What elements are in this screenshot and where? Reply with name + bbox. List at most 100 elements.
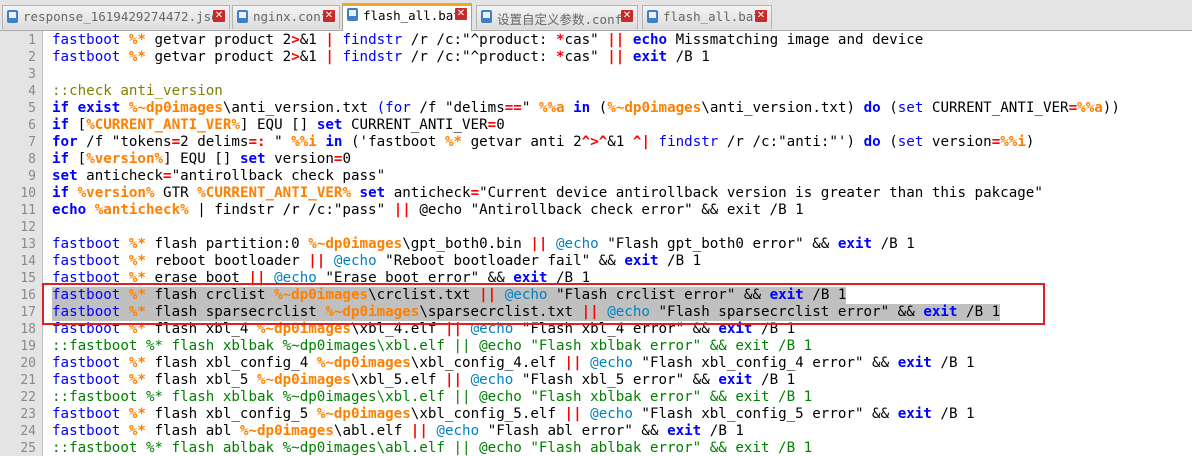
code-token: findstr [658, 134, 719, 150]
code-text: for /f "tokens=2 delims=: " %%i in ('fas… [52, 134, 1034, 151]
code-token: \abl.elf [333, 423, 411, 439]
tab-flash-all-bat-2[interactable]: flash_all.bat ✕ [642, 5, 772, 29]
code-token: | [325, 49, 334, 65]
close-icon[interactable]: ✕ [213, 10, 225, 22]
code-text: fastboot %* flash xbl_5 %~dp0images\xbl_… [52, 372, 795, 389]
code-line[interactable]: 12 [0, 219, 1192, 236]
code-token: "Flash xbl_5 error" && [513, 372, 719, 388]
code-text: ::fastboot %* flash ablbak %~dp0images\a… [52, 440, 812, 456]
code-token: /r /c:"^product: [402, 49, 556, 65]
tab-label: flash_all.bat [363, 8, 461, 23]
code-text: echo %anticheck% | findstr /r /c:"pass" … [52, 202, 804, 219]
code-token: %~dp0images [316, 355, 411, 371]
code-token: %* [128, 355, 146, 371]
line-number: 24 [20, 424, 36, 439]
code-line[interactable]: 6 if [%CURRENT_ANTI_VER%] EQU [] set CURR… [0, 117, 1192, 134]
line-number: 1 [28, 33, 36, 48]
code-token: %~dp0images [308, 236, 403, 252]
code-line[interactable]: 2 fastboot %* getvar product 2>&1 | finds… [0, 49, 1192, 66]
code-line[interactable]: 24 fastboot %* flash abl %~dp0images\abl.… [0, 423, 1192, 440]
code-token: /r /c:"^product: [402, 32, 556, 48]
code-text: fastboot %* flash xbl_config_4 %~dp0imag… [52, 355, 975, 372]
code-line[interactable]: 22::fastboot %* flash xblbak %~dp0images… [0, 389, 1192, 406]
code-line[interactable]: 20 fastboot %* flash xbl_config_4 %~dp0im… [0, 355, 1192, 372]
code-token: flash xbl_config_5 [145, 406, 317, 422]
code-token: 0 [342, 151, 351, 167]
code-token: /B 1 [752, 372, 796, 388]
code-token: do [863, 100, 881, 116]
code-token: exit [897, 355, 932, 371]
code-token: reboot bootloader [145, 253, 309, 269]
code-line[interactable]: 4::check anti_version [0, 83, 1192, 100]
tab-custom-params-conf[interactable]: 设置自定义参数.conf ✕ [476, 5, 638, 29]
code-text: if %version% GTR %CURRENT_ANTI_VER% set … [52, 185, 1043, 202]
code-token: cas" [564, 32, 608, 48]
code-text: fastboot %* getvar product 2>&1 | findst… [52, 32, 923, 49]
code-token: =: [248, 134, 275, 150]
code-token: &1 [607, 134, 633, 150]
code-token: = [487, 117, 497, 133]
code-line[interactable]: 25::fastboot %* flash ablbak %~dp0images… [0, 440, 1192, 456]
code-line[interactable]: 19::fastboot %* flash xblbak %~dp0images… [0, 338, 1192, 355]
code-token: exist [77, 100, 121, 116]
code-token: findstr [342, 49, 403, 65]
code-token: flash partition:0 [145, 236, 309, 252]
code-line[interactable]: 8 if [%version%] EQU [] set version=0 [0, 151, 1192, 168]
code-token: echo [632, 32, 668, 48]
code-token: %%a [538, 100, 565, 116]
code-token: | [325, 32, 334, 48]
code-token: %~dp0images [239, 423, 334, 439]
code-token: "Current device antirollback version is … [479, 185, 1043, 201]
line-number: 5 [28, 101, 36, 116]
line-number: 14 [20, 254, 36, 269]
code-token: set [897, 100, 924, 116]
code-token: %anticheck% [94, 202, 189, 218]
code-token: fastboot [52, 355, 129, 371]
code-token: fastboot [52, 406, 129, 422]
code-text: fastboot %* flash xbl_config_5 %~dp0imag… [52, 406, 975, 423]
tab-nginx-conf[interactable]: nginx.conf ✕ [232, 5, 340, 29]
line-number: 8 [28, 152, 36, 167]
code-token: set [52, 168, 78, 184]
code-editor[interactable]: 1 fastboot %* getvar product 2>&1 | finds… [0, 31, 1192, 456]
code-line[interactable]: 5 if exist %~dp0images\anti_version.txt (… [0, 100, 1192, 117]
code-token: ( [376, 100, 386, 116]
code-line[interactable]: 11 echo %anticheck% | findstr /r /c:"pass… [0, 202, 1192, 219]
code-text: ::fastboot %* flash xblbak %~dp0images\x… [52, 338, 812, 355]
line-number: 20 [20, 356, 36, 371]
tab-label: nginx.conf [253, 9, 329, 24]
code-token: \xbl_config_5.elf [410, 406, 565, 422]
code-token: " [274, 134, 292, 150]
close-icon[interactable]: ✕ [621, 10, 633, 22]
line-number: 2 [28, 50, 36, 65]
code-token: @echo "Antirollback check error" && exit… [410, 202, 804, 218]
code-line[interactable]: 10 if %version% GTR %CURRENT_ANTI_VER% se… [0, 185, 1192, 202]
line-number: 17 [20, 305, 36, 320]
code-line[interactable]: 1 fastboot %* getvar product 2>&1 | finds… [0, 32, 1192, 49]
tab-response-json[interactable]: response_1619429274472.json ✕ [2, 5, 230, 29]
close-icon[interactable]: ✕ [323, 10, 335, 22]
code-line[interactable]: 13 fastboot %* flash partition:0 %~dp0ima… [0, 236, 1192, 253]
code-token: * [556, 32, 565, 48]
code-token: fastboot [52, 253, 129, 269]
code-line[interactable]: 21 fastboot %* flash xbl_5 %~dp0images\xb… [0, 372, 1192, 389]
code-line[interactable]: 23 fastboot %* flash xbl_config_5 %~dp0im… [0, 406, 1192, 423]
code-token: for [52, 134, 78, 150]
code-token: %version% [77, 185, 155, 201]
tab-flash-all-bat-active[interactable]: flash_all.bat ✕ [342, 3, 472, 31]
close-icon[interactable]: ✕ [755, 10, 767, 22]
close-icon[interactable]: ✕ [455, 8, 467, 20]
line-number: 11 [20, 203, 36, 218]
code-text: if [%CURRENT_ANTI_VER%] EQU [] set CURRE… [52, 117, 505, 134]
code-token: %CURRENT_ANTI_VER% [197, 185, 351, 201]
code-line[interactable]: 9 set anticheck="antirollback check pass" [0, 168, 1192, 185]
code-token: "Flash abl error" && [479, 423, 668, 439]
code-line[interactable]: 7 for /f "tokens=2 delims=: " %%i in ('fa… [0, 134, 1192, 151]
code-token: ( [880, 100, 898, 116]
code-line[interactable]: 14 fastboot %* reboot bootloader || @echo… [0, 253, 1192, 270]
code-line[interactable]: 3 [0, 66, 1192, 83]
code-token: || [410, 423, 428, 439]
code-token: @echo [590, 406, 633, 422]
